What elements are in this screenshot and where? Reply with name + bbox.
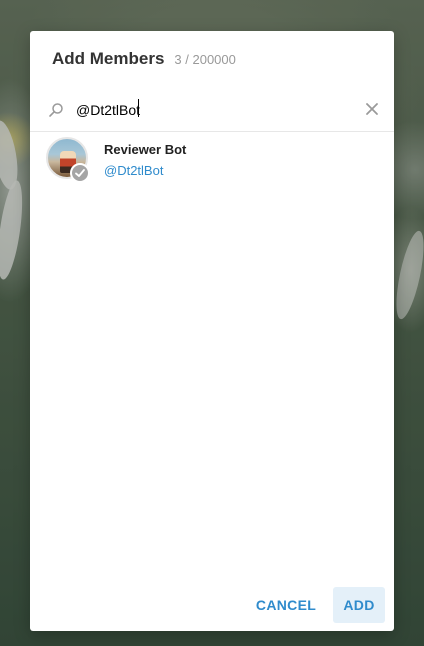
- member-name: Reviewer Bot: [104, 142, 187, 157]
- dialog-header: Add Members 3 / 200000: [52, 49, 236, 69]
- dialog-title: Add Members: [52, 49, 165, 68]
- add-members-dialog: Add Members 3 / 200000 Reviewer Bo: [30, 31, 394, 631]
- member-username: @Dt2tlBot: [104, 163, 164, 178]
- member-counter: 3 / 200000: [174, 52, 236, 67]
- text-cursor: [138, 99, 139, 117]
- close-icon[interactable]: [364, 101, 380, 117]
- search-input[interactable]: [76, 99, 346, 121]
- check-icon: [70, 163, 90, 183]
- search-icon: [48, 102, 64, 118]
- cancel-button[interactable]: CANCEL: [252, 587, 320, 623]
- member-result-row[interactable]: Reviewer Bot @Dt2tlBot: [30, 132, 394, 190]
- search-bar: [30, 91, 394, 132]
- add-button[interactable]: ADD: [333, 587, 385, 623]
